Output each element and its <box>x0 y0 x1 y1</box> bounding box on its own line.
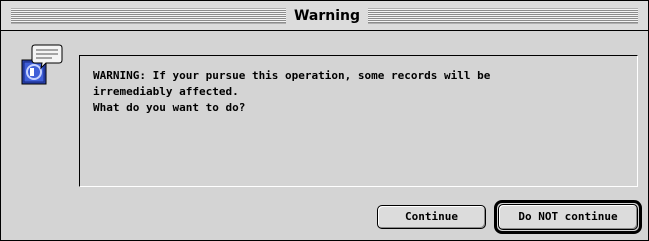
title-bar[interactable]: Warning <box>1 1 648 31</box>
do-not-continue-button[interactable]: Do NOT continue <box>498 204 638 230</box>
continue-button[interactable]: Continue <box>377 205 486 229</box>
warning-dialog: Warning WARNING: If your pursue this ope… <box>0 0 649 241</box>
app-icon <box>19 43 63 87</box>
message-panel: WARNING: If your pursue this operation, … <box>79 55 638 187</box>
app-icon-graphic <box>21 44 63 85</box>
warning-message-line-1: WARNING: If your pursue this operation, … <box>93 69 491 82</box>
window-title: Warning <box>286 5 368 27</box>
warning-message-line-3: What do you want to do? <box>93 101 246 114</box>
warning-message-line-2: irremediably affected. <box>93 85 239 98</box>
title-bar-stripes-left <box>11 8 286 24</box>
warning-message: WARNING: If your pursue this operation, … <box>93 68 623 116</box>
title-bar-stripes-right <box>368 8 638 24</box>
